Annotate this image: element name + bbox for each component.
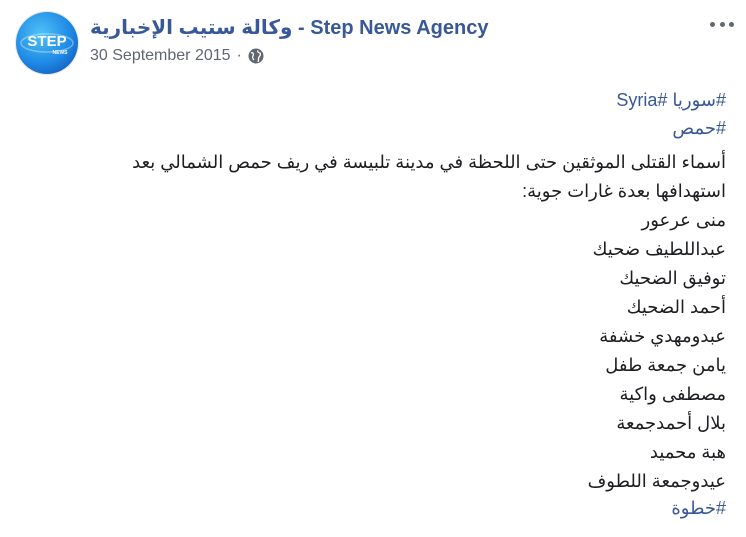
avatar-logo-subtext: NEWS (53, 50, 69, 56)
more-dot (719, 21, 725, 27)
meta-separator: · (236, 47, 242, 64)
facebook-post: STEP NEWS وكالة ستيب الإخبارية - Step Ne… (0, 0, 746, 537)
victim-name: عبدومهدي خشفة (599, 326, 726, 346)
post-body: أسماء القتلى الموثقين حتى اللحظة في مدين… (60, 148, 726, 496)
hashtag-step[interactable]: #خطوة (671, 494, 726, 522)
post-date[interactable]: 30 September 2015 (90, 47, 231, 65)
step-logo-icon: STEP NEWS (20, 33, 74, 56)
more-dot (729, 21, 734, 27)
more-options-button[interactable] (710, 14, 734, 34)
victim-name: يامن جمعة طفل (605, 355, 726, 375)
victim-name: منى عرعور (641, 210, 726, 230)
victim-name: بلال أحمدجمعة (616, 413, 726, 433)
post-content: #سوريا #Syria #حمص أسماء القتلى الموثقين… (60, 86, 726, 496)
post-meta: 30 September 2015 · (90, 47, 264, 65)
victim-name: توفيق الضحيك (619, 268, 726, 288)
hashtag-syria[interactable]: #سوريا #Syria (60, 86, 726, 114)
page-avatar[interactable]: STEP NEWS (16, 12, 78, 74)
page-name-link[interactable]: وكالة ستيب الإخبارية - Step News Agency (90, 15, 488, 40)
victim-name: عبداللطيف ضحيك (592, 239, 726, 259)
more-dot (710, 21, 715, 27)
victim-name: مصطفى واكية (619, 384, 726, 404)
hashtag-homs[interactable]: #حمص (60, 114, 726, 142)
post-intro-text: أسماء القتلى الموثقين حتى اللحظة في مدين… (132, 152, 726, 201)
victim-name: عيدوجمعة اللطوف (587, 471, 726, 491)
victim-name: أحمد الضحيك (626, 297, 726, 317)
avatar-logo-text: STEP (27, 33, 66, 50)
victim-name: هبة محميد (649, 442, 726, 462)
globe-icon[interactable] (248, 48, 264, 64)
